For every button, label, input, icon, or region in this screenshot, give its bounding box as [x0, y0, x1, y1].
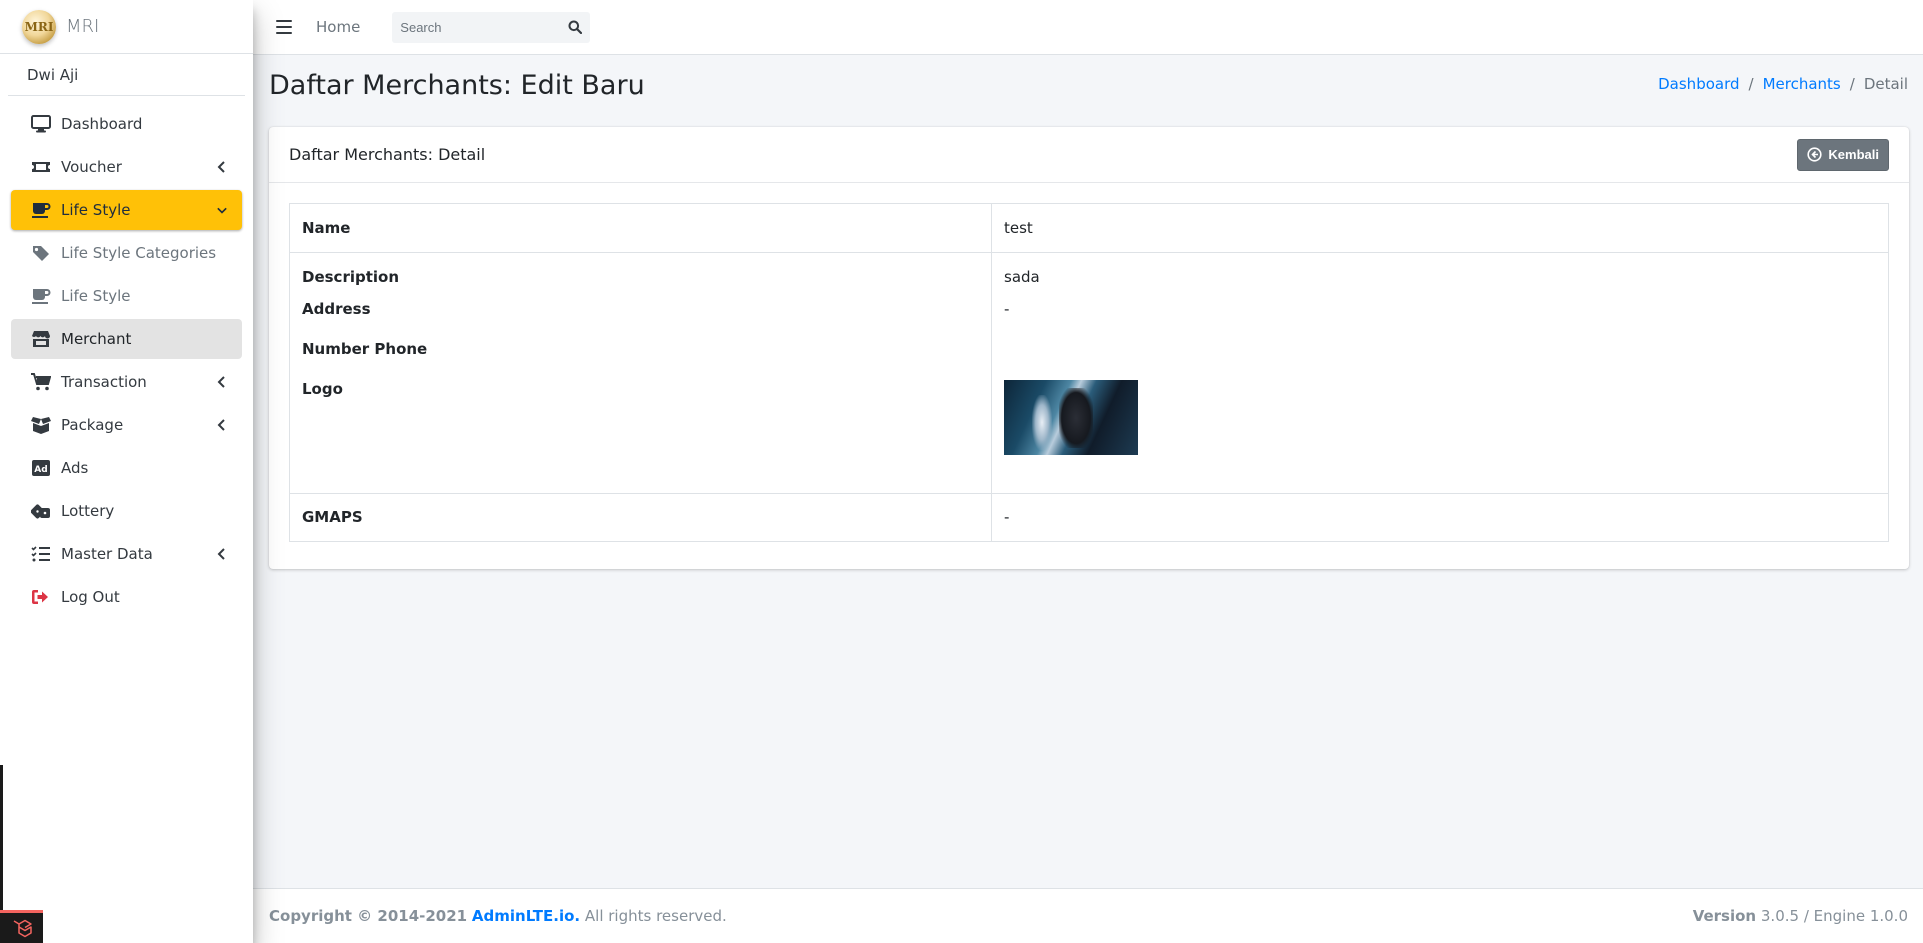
card-body: Name test Description sada Address - Num… — [269, 183, 1909, 542]
row-label: Address — [289, 292, 992, 333]
coffee-icon — [29, 286, 53, 306]
page-title: Daftar Merchants: Edit Baru — [269, 70, 645, 101]
sidebar-item-label: Voucher — [61, 158, 122, 176]
sidebar-item-voucher[interactable]: Voucher — [11, 147, 242, 187]
row-value: - — [991, 493, 1889, 542]
hamburger-menu-icon[interactable] — [276, 20, 292, 34]
chevron-left-icon — [217, 161, 225, 173]
svg-text:Ad: Ad — [34, 465, 47, 475]
chevron-down-icon — [217, 207, 227, 214]
sidebar-item-lottery[interactable]: Lottery — [11, 491, 242, 531]
breadcrumb-current: Detail — [1863, 75, 1908, 93]
coffee-icon — [29, 200, 53, 220]
list-check-icon — [29, 544, 53, 564]
sidebar-item-life-style[interactable]: Life Style — [11, 190, 242, 230]
cart-icon — [29, 372, 53, 392]
row-label: Name — [289, 203, 992, 253]
sidebar-item-log-out[interactable]: Log Out — [11, 577, 242, 617]
sidebar-item-label: Package — [61, 416, 124, 434]
box-open-icon — [29, 415, 53, 435]
sidebar: MRI MRI Dwi Aji Dashboard Voucher Life S… — [0, 0, 253, 943]
ad-icon: Ad — [29, 458, 53, 478]
detail-table: Name test Description sada Address - Num… — [289, 203, 1889, 542]
dice-icon — [29, 501, 53, 521]
row-value: sada — [991, 252, 1889, 293]
adminlte-link[interactable]: AdminLTE.io. — [472, 907, 580, 925]
sidebar-item-label: Life Style — [61, 201, 131, 219]
chevron-left-icon — [217, 548, 225, 560]
table-row: Number Phone — [289, 332, 1889, 373]
table-row: Name test — [289, 203, 1889, 253]
sidebar-item-label: Transaction — [61, 373, 147, 391]
chevron-left-icon — [217, 419, 225, 431]
footer-version: Version 3.0.5 / Engine 1.0.0 — [1693, 907, 1908, 925]
arrow-circle-left-icon — [1807, 147, 1823, 162]
sidebar-item-life-style-categories[interactable]: Life Style Categories — [11, 233, 242, 273]
brand-name: MRI — [66, 16, 100, 37]
sidebar-item-label: Master Data — [61, 545, 153, 563]
breadcrumb-separator: / — [1748, 75, 1754, 93]
sidebar-item-label: Dashboard — [61, 115, 143, 133]
brand-link[interactable]: MRI MRI — [0, 0, 253, 54]
brand-logo: MRI — [22, 9, 56, 44]
back-button-label: Kembali — [1828, 147, 1879, 162]
search-icon[interactable] — [568, 20, 583, 34]
merchant-logo-image — [1004, 379, 1138, 455]
desktop-icon — [29, 114, 53, 134]
sidebar-item-label: Life Style — [61, 287, 131, 305]
footer: Copyright © 2014-2021 AdminLTE.io. All r… — [253, 888, 1923, 943]
store-icon — [29, 329, 53, 349]
user-name[interactable]: Dwi Aji — [27, 66, 78, 84]
merchant-detail-card: Daftar Merchants: Detail Kembali Name te… — [269, 127, 1909, 569]
nav-home-link[interactable]: Home — [316, 18, 360, 36]
row-value — [991, 332, 1889, 373]
row-value: test — [991, 203, 1889, 253]
card-header: Daftar Merchants: Detail Kembali — [269, 127, 1909, 183]
table-row: Address - — [289, 292, 1889, 333]
row-label: Description — [289, 252, 992, 293]
row-label: Number Phone — [289, 332, 992, 373]
debugbar-toggle[interactable] — [0, 910, 43, 943]
breadcrumb-dashboard[interactable]: Dashboard — [1658, 75, 1739, 93]
sidebar-item-dashboard[interactable]: Dashboard — [11, 104, 242, 144]
row-label: GMAPS — [289, 493, 992, 542]
navbar-search — [392, 11, 591, 43]
card-title: Daftar Merchants: Detail — [289, 145, 486, 164]
sidebar-item-label: Life Style Categories — [61, 244, 217, 262]
rights-text: All rights reserved. — [584, 907, 727, 925]
sidebar-item-package[interactable]: Package — [11, 405, 242, 445]
table-row: Logo — [289, 372, 1889, 494]
breadcrumb-merchants[interactable]: Merchants — [1763, 75, 1841, 93]
footer-copyright: Copyright © 2014-2021 AdminLTE.io. All r… — [269, 907, 727, 925]
sidebar-item-label: Merchant — [61, 330, 132, 348]
copyright-text: Copyright © 2014-2021 — [269, 907, 468, 925]
sidebar-item-master-data[interactable]: Master Data — [11, 534, 242, 574]
sidebar-nav: Dashboard Voucher Life Style Life Style … — [0, 96, 253, 617]
version-value: 3.0.5 / Engine 1.0.0 — [1760, 907, 1908, 925]
ticket-icon — [29, 157, 53, 177]
user-panel[interactable]: Dwi Aji — [8, 54, 245, 96]
laravel-icon — [13, 919, 32, 938]
search-input[interactable] — [400, 19, 551, 35]
row-label: Logo — [289, 372, 992, 494]
breadcrumb: Dashboard / Merchants / Detail — [1658, 75, 1908, 93]
top-navbar: Home — [253, 0, 1923, 55]
chevron-left-icon — [217, 376, 225, 388]
sidebar-item-merchant[interactable]: Merchant — [11, 319, 242, 359]
table-row: GMAPS - — [289, 493, 1889, 542]
row-value-logo — [991, 372, 1889, 494]
sidebar-item-transaction[interactable]: Transaction — [11, 362, 242, 402]
sidebar-item-ads[interactable]: Ad Ads — [11, 448, 242, 488]
table-row: Description sada — [289, 252, 1889, 293]
tag-icon — [29, 243, 53, 263]
sidebar-item-label: Log Out — [61, 588, 120, 606]
back-button[interactable]: Kembali — [1797, 138, 1889, 171]
breadcrumb-separator: / — [1849, 75, 1855, 93]
sidebar-item-life-style-sub[interactable]: Life Style — [11, 276, 242, 316]
version-label: Version — [1692, 907, 1757, 925]
sidebar-item-label: Ads — [61, 459, 89, 477]
sign-out-icon — [29, 587, 53, 607]
sidebar-item-label: Lottery — [61, 502, 115, 520]
row-value: - — [991, 292, 1889, 333]
